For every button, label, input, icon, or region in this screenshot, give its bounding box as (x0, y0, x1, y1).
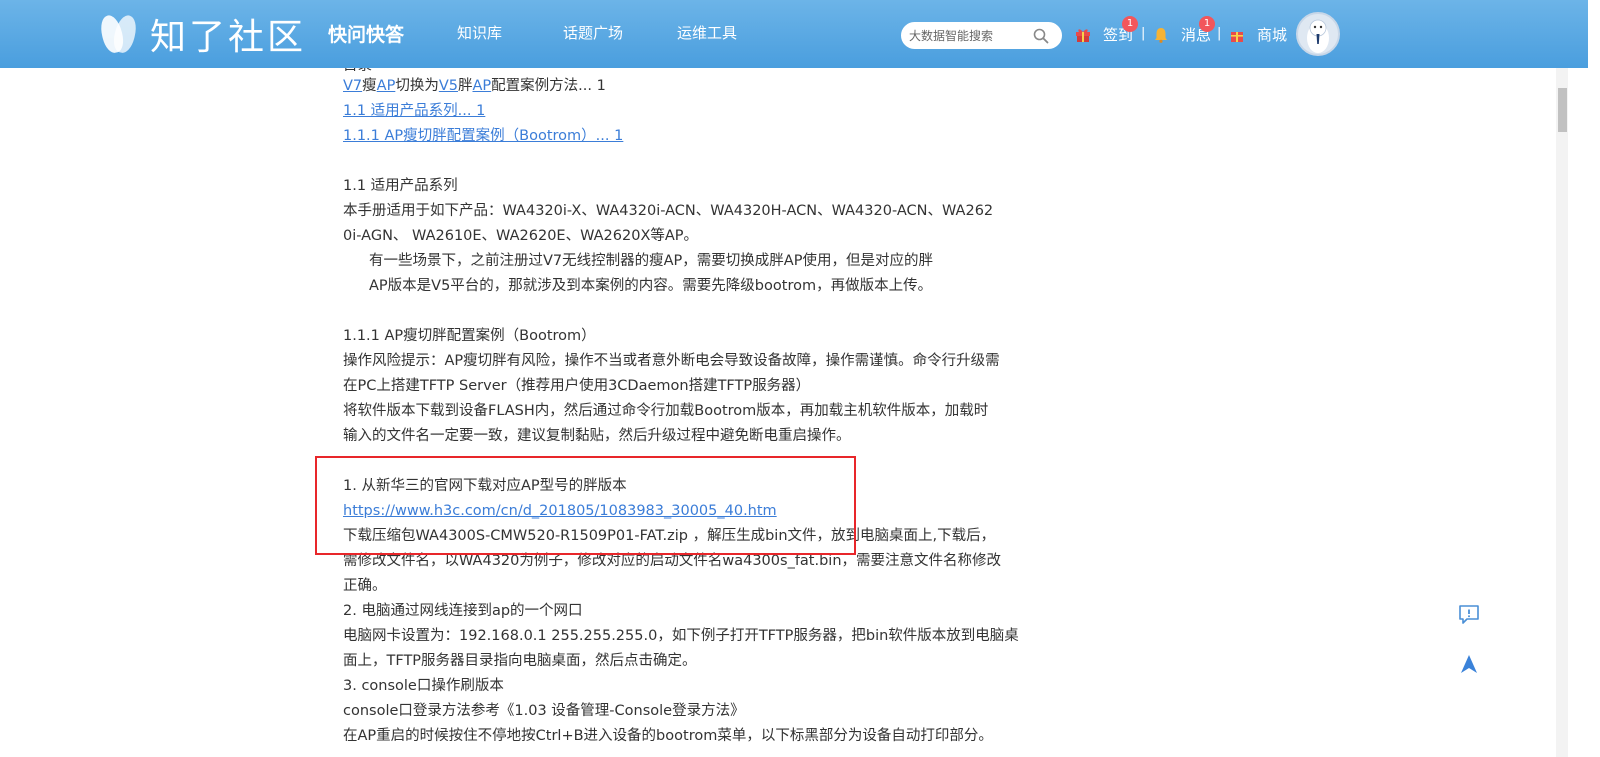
messages-badge: 1 (1199, 16, 1215, 32)
step-heading: 3. console口操作刷版本 (343, 678, 504, 694)
toc-link[interactable]: 1.1 适用产品系列... 1 (343, 103, 485, 119)
toc-link[interactable]: 1.1.1 AP瘦切胖配置案例（Bootrom）... 1 (343, 128, 623, 144)
paragraph-line: 操作风险提示：AP瘦切胖有风险，操作不当或者意外断电会导致设备故障，操作需谨慎。… (343, 353, 1000, 369)
back-to-top-icon[interactable] (1458, 653, 1480, 675)
section-heading: 1.1.1 AP瘦切胖配置案例（Bootrom） (343, 328, 596, 344)
paragraph-line: 在AP重启的时候按住不停地按Ctrl+B进入设备的bootrom菜单，以下标黑部… (343, 728, 993, 744)
gift-icon (1076, 28, 1090, 42)
paragraph-line: 面上，TFTP服务器目录指向电脑桌面，然后点击确定。 (343, 653, 697, 669)
toc-link[interactable]: AP (472, 78, 491, 94)
nav-item-topics[interactable]: 话题广场 (563, 22, 623, 43)
user-avatar[interactable] (1296, 12, 1340, 56)
paragraph-line: 正确。 (343, 578, 387, 594)
site-logo[interactable]: 知了社区 (97, 10, 307, 58)
nav-item-knowledge-base[interactable]: 知识库 (457, 22, 502, 43)
paragraph-line: 0i-AGN、 WA2610E、WA2620E、WA2620X等AP。 (343, 228, 699, 244)
toc-text: 配置案例方法... 1 (491, 78, 606, 94)
scrollbar-thumb[interactable] (1558, 88, 1567, 132)
paragraph-line: 在PC上搭建TFTP Server（推荐用户使用3CDaemon搭建TFTP服务… (343, 378, 811, 394)
paragraph-line: 将软件版本下载到设备FLASH内，然后通过命令行加载Bootrom版本，再加载主… (343, 403, 989, 419)
messages-button[interactable]: 消息 1 (1153, 16, 1215, 45)
toc-link[interactable]: AP (377, 78, 396, 94)
logo-text: 知了社区 (150, 17, 307, 58)
feedback-icon[interactable] (1458, 604, 1480, 626)
section-heading: 1.1 适用产品系列 (343, 178, 458, 194)
shop-label: 商城 (1257, 26, 1288, 44)
bell-icon (1155, 27, 1167, 43)
signin-badge: 1 (1122, 16, 1138, 32)
nav-item-ops-tools[interactable]: 运维工具 (677, 22, 737, 43)
toc-item[interactable]: 1.1.1 AP瘦切胖配置案例（Bootrom）... 1 (343, 126, 623, 146)
paragraph-line: 有一些场景下，之前注册过V7无线控制器的瘦AP，需要切换成胖AP使用，但是对应的… (369, 253, 933, 269)
toc-text: 瘦 (362, 78, 377, 94)
penguin-avatar-icon (1307, 19, 1329, 53)
paragraph-line: AP版本是V5平台的，那就涉及到本案例的内容。需要先降级bootrom，再做版本… (369, 278, 933, 294)
toc-text: 切换为 (395, 78, 439, 94)
signin-button[interactable]: 签到 1 (1075, 16, 1138, 45)
search-box (901, 22, 1062, 49)
scrollbar-track[interactable] (1556, 68, 1568, 757)
paragraph-line: 本手册适用于如下产品：WA4320i-X、WA4320i-ACN、WA4320H… (343, 203, 994, 219)
step-heading: 2. 电脑通过网线连接到ap的一个网口 (343, 603, 583, 619)
shop-gift-icon (1231, 31, 1243, 42)
search-input[interactable] (909, 28, 1033, 43)
toc-text: 胖 (457, 78, 473, 94)
paragraph-line: 输入的文件名一定要一致，建议复制黏贴，然后升级过程中避免断电重启操作。 (343, 428, 851, 444)
highlight-annotation-box (315, 456, 856, 555)
nav-item-qa[interactable]: 快问快答 (328, 20, 404, 47)
divider: | (1217, 26, 1222, 41)
toc-link[interactable]: V5 (439, 78, 458, 94)
top-navigation-bar: 知了社区 快问快答 知识库 话题广场 运维工具 签到 1 | 消息 1 | (0, 0, 1588, 68)
toc-item[interactable]: 1.1 适用产品系列... 1 (343, 101, 485, 121)
divider: | (1141, 26, 1146, 41)
paragraph-line: console口登录方法参考《1.03 设备管理-Console登录方法》 (343, 703, 745, 719)
cicada-logo-icon (97, 13, 140, 55)
toc-link[interactable]: V7 (343, 78, 362, 94)
search-icon[interactable] (1033, 28, 1049, 44)
paragraph-line: 电脑网卡设置为：192.168.0.1 255.255.255.0，如下例子打开… (343, 628, 1019, 644)
shop-button[interactable]: 商城 (1229, 24, 1287, 45)
toc-item[interactable]: V7瘦AP切换为V5胖AP配置案例方法... 1 (343, 76, 606, 96)
